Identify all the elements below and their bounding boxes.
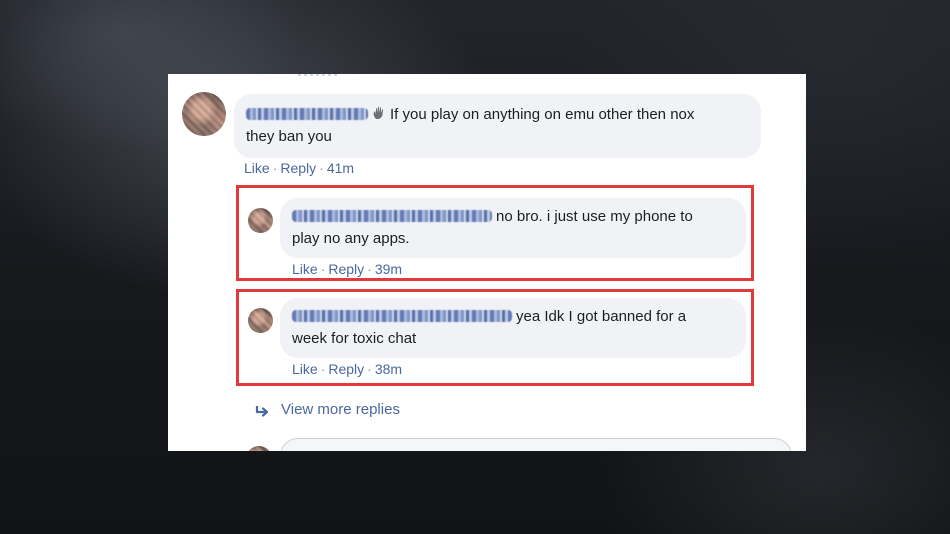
reply-line-2: week for toxic chat [292,330,417,347]
previous-comment-fragment [298,74,338,76]
author-name-blurred[interactable] [292,210,492,222]
author-name-blurred[interactable] [246,108,368,120]
reply-line-2: play no any apps. [292,230,410,247]
reply-actions: Like · Reply · 38m [292,361,402,377]
comment-text: If you play on anything on emu other the… [246,104,694,148]
reply-text: no bro. i just use my phone to play no a… [292,206,693,250]
comment-thread-panel: If you play on anything on emu other the… [168,74,806,451]
separator-dot: · [367,361,372,377]
separator-dot: · [272,160,278,176]
reply-link[interactable]: Reply [328,361,364,377]
avatar [246,446,272,451]
reply-link[interactable]: Reply [328,261,364,277]
comment-actions: Like · Reply · 41m [244,160,354,176]
reply-line-1: yea Idk I got banned for a [516,308,687,325]
reply-text: yea Idk I got banned for a week for toxi… [292,306,686,350]
comment-line-2: they ban you [246,128,332,145]
reply-bubble: no bro. i just use my phone to play no a… [280,198,746,258]
timestamp[interactable]: 38m [375,361,402,377]
avatar[interactable] [182,92,226,136]
view-more-replies-link[interactable]: View more replies [281,401,400,418]
reply-bubble: yea Idk I got banned for a week for toxi… [280,298,746,358]
like-link[interactable]: Like [244,160,270,176]
timestamp[interactable]: 41m [327,160,354,176]
like-link[interactable]: Like [292,261,318,277]
separator-dot: · [319,160,324,176]
comment-line-1: If you play on anything on emu other the… [390,106,695,123]
separator-dot: · [320,361,326,377]
reply-line-1: no bro. i just use my phone to [496,208,693,225]
view-more-label: View more replies [281,401,400,418]
reply-link[interactable]: Reply [280,160,316,176]
reply-actions: Like · Reply · 39m [292,261,402,277]
like-link[interactable]: Like [292,361,318,377]
reply-arrow-icon[interactable] [254,404,270,418]
comment-bubble: If you play on anything on emu other the… [234,94,761,158]
write-reply-input[interactable] [280,438,792,451]
timestamp[interactable]: 39m [375,261,402,277]
waving-hand-icon [373,106,383,119]
author-name-blurred[interactable] [292,310,512,322]
avatar[interactable] [248,208,273,233]
separator-dot: · [320,261,326,277]
avatar[interactable] [248,308,273,333]
separator-dot: · [367,261,372,277]
